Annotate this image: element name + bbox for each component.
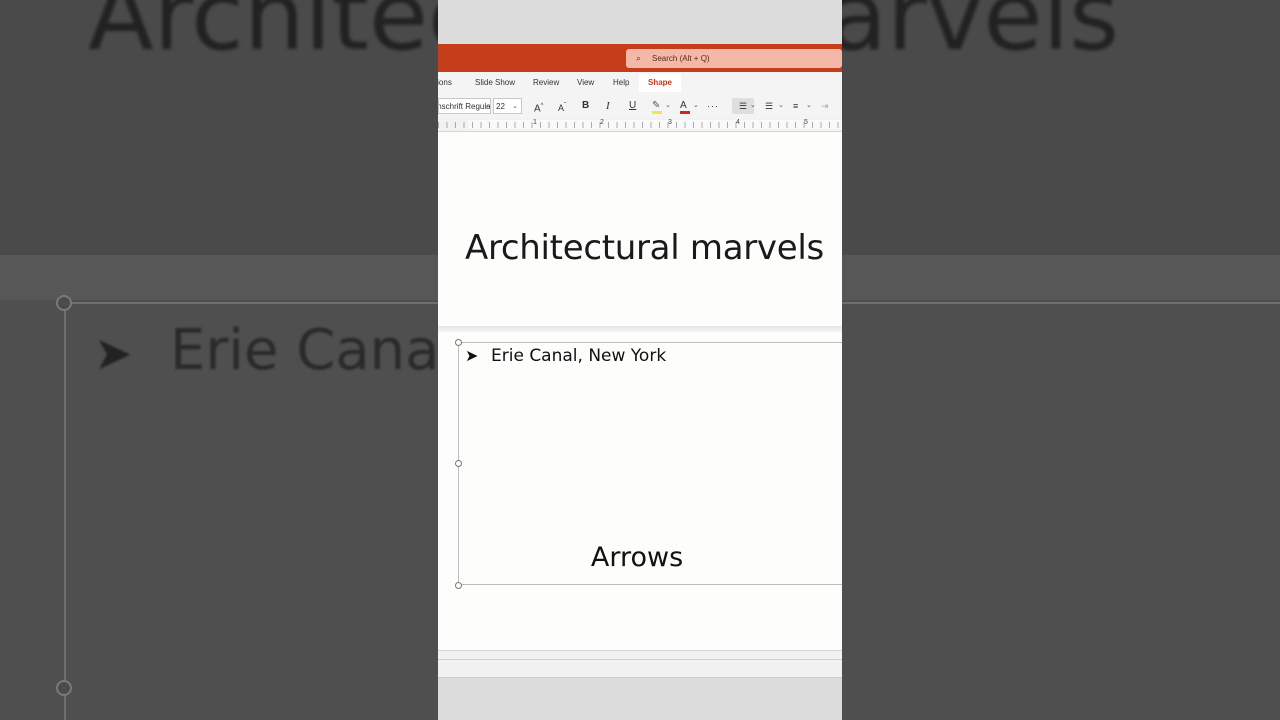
chevron-down-icon[interactable]: ⌄ <box>778 98 784 114</box>
highlight-color-bar <box>652 111 662 114</box>
background-frame-line <box>64 302 66 720</box>
horizontal-scrollbar[interactable] <box>438 659 842 660</box>
chevron-down-icon[interactable]: ⌄ <box>665 98 671 114</box>
background-handle <box>56 680 72 696</box>
chevron-down-icon: ⌄ <box>512 103 518 110</box>
chevron-down-icon[interactable]: ⌄ <box>484 98 490 114</box>
resize-handle[interactable] <box>455 460 462 467</box>
numbering-button[interactable]: ☰ <box>765 98 773 114</box>
slide-canvas[interactable]: Architectural marvels ➤ Erie Canal, New … <box>438 132 842 652</box>
italic-button[interactable]: I <box>606 98 610 114</box>
status-area <box>438 650 842 678</box>
ribbon-tabs: Transitions Slide Show Review View Help … <box>438 72 842 94</box>
highlighter-icon: ✎ <box>652 100 661 111</box>
ribbon-toolbar: Bahnschrift Regular ⌄ 22 ⌄ A^ Aˇ B I U ✎… <box>438 94 842 118</box>
search-icon: ⌕ <box>636 53 642 63</box>
numbered-list-icon: ☰ <box>765 101 774 111</box>
font-size-value: 22 <box>496 102 505 111</box>
caption-text: Arrows <box>590 542 684 573</box>
font-color-button[interactable]: A <box>680 98 692 114</box>
background-body-text: Erie Canal <box>170 318 456 383</box>
font-size-dropdown[interactable]: 22 ⌄ <box>493 98 522 114</box>
font-color-label: A <box>680 100 687 111</box>
tab-view[interactable]: View <box>577 78 594 87</box>
ruler-number: 1 <box>533 119 537 126</box>
background-arrow-bullet-icon: ➤ <box>94 327 133 379</box>
highlight-button[interactable]: ✎ <box>652 98 664 114</box>
tab-transitions[interactable]: Transitions <box>438 78 452 87</box>
font-color-bar <box>680 111 690 114</box>
tab-slide-show[interactable]: Slide Show <box>475 78 515 87</box>
resize-handle[interactable] <box>455 339 462 346</box>
slide-title[interactable]: Architectural marvels <box>465 228 824 268</box>
ruler-number: 3 <box>668 119 672 126</box>
ruler-number: 5 <box>804 119 808 126</box>
resize-handle[interactable] <box>455 582 462 589</box>
ruler-number: 4 <box>736 119 740 126</box>
chevron-down-icon[interactable]: ⌄ <box>806 98 812 114</box>
title-bar: ⌕ Search (Alt + Q) <box>438 44 842 72</box>
tab-review[interactable]: Review <box>533 78 559 87</box>
indent-icon: ⇥ <box>821 101 829 111</box>
bold-button[interactable]: B <box>582 98 589 114</box>
arrowhead-bullet-icon: ➤ <box>465 348 479 365</box>
bullet-text[interactable]: Erie Canal, New York <box>491 346 666 366</box>
background-handle <box>56 295 72 311</box>
chevron-down-icon[interactable]: ⌄ <box>750 98 756 114</box>
underline-button[interactable]: U <box>629 98 636 114</box>
search-box[interactable]: ⌕ Search (Alt + Q) <box>626 49 842 68</box>
grow-font-label: A <box>534 103 541 115</box>
indent-button[interactable]: ⇥ <box>821 98 829 114</box>
horizontal-ruler[interactable]: 1 2 3 4 5 <box>438 118 842 132</box>
align-button[interactable]: ≡ <box>793 98 798 114</box>
video-caption: Arrows <box>438 542 842 573</box>
align-left-icon: ≡ <box>793 101 799 111</box>
search-placeholder: Search (Alt + Q) <box>652 54 710 63</box>
more-options-button[interactable]: ··· <box>707 98 719 114</box>
slide-divider <box>438 326 842 332</box>
ruler-number: 2 <box>600 119 604 126</box>
grow-font-button[interactable]: A^ <box>534 98 544 114</box>
bullet-list-icon: ☰ <box>738 101 748 111</box>
chevron-down-icon[interactable]: ⌄ <box>693 98 699 114</box>
shrink-font-button[interactable]: Aˇ <box>558 98 566 114</box>
ruler-ticks <box>438 122 842 128</box>
tab-help[interactable]: Help <box>613 78 629 87</box>
tab-shape[interactable]: Shape <box>639 74 682 92</box>
powerpoint-window: ⌕ Search (Alt + Q) Transitions Slide Sho… <box>438 0 842 720</box>
